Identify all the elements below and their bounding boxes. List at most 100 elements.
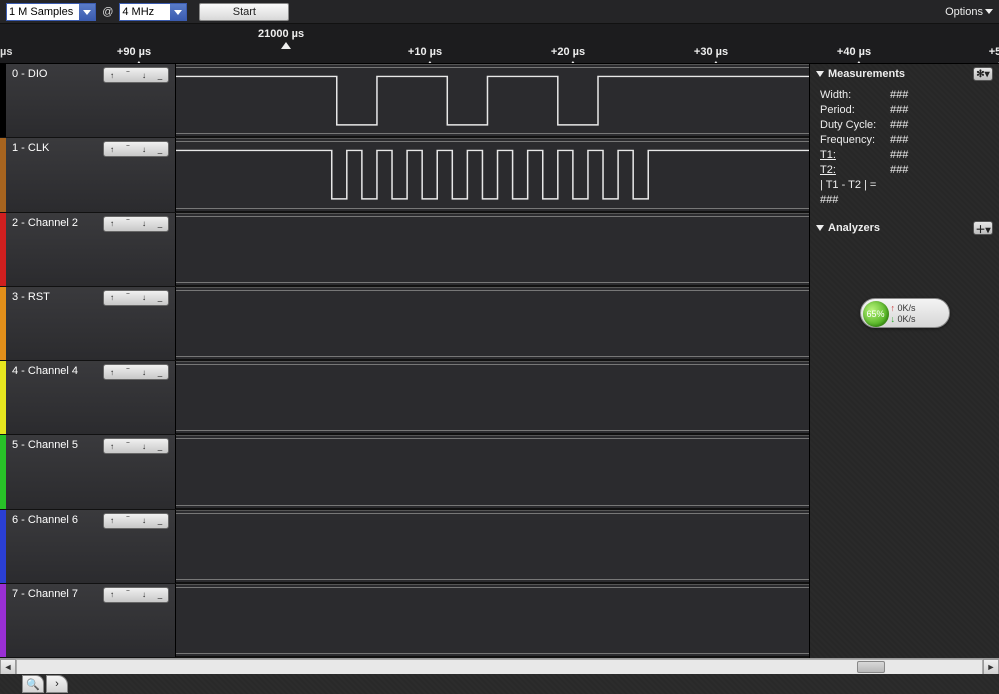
trigger-option[interactable]: _ [153, 516, 167, 526]
trigger-option[interactable]: ↑ [105, 70, 119, 80]
analyzers-header[interactable]: Analyzers ＋▾ [810, 218, 999, 238]
channel-row: 5 - Channel 5↑‾↓_ [0, 435, 809, 509]
trigger-option[interactable]: ↓ [137, 441, 151, 451]
time-ruler[interactable]: µs 21000 µs +90 µs+10 µs+20 µs+30 µs+40 … [0, 24, 999, 64]
trigger-option[interactable]: ↓ [137, 590, 151, 600]
trigger-selector[interactable]: ↑‾↓_ [103, 438, 169, 454]
waveform-area[interactable] [176, 287, 809, 360]
arrow-up-icon: ↑ [891, 303, 896, 313]
channel-header[interactable]: 4 - Channel 4↑‾↓_ [6, 361, 176, 434]
channel-header[interactable]: 7 - Channel 7↑‾↓_ [6, 584, 176, 657]
trigger-option[interactable]: ↓ [137, 219, 151, 229]
trigger-selector[interactable]: ↑‾↓_ [103, 587, 169, 603]
channel-header[interactable]: 1 - CLK↑‾↓_ [6, 138, 176, 211]
trigger-option[interactable]: ‾ [121, 293, 135, 303]
measurement-value: ### [890, 148, 908, 163]
measurements-list: Width:###Period:###Duty Cycle:###Frequen… [810, 84, 999, 218]
ruler-tick: +5 [989, 46, 999, 58]
channel-row: 4 - Channel 4↑‾↓_ [0, 361, 809, 435]
channel-header[interactable]: 2 - Channel 2↑‾↓_ [6, 213, 176, 286]
measurements-settings-button[interactable]: ✻▾ [973, 67, 993, 81]
trigger-option[interactable]: _ [153, 70, 167, 80]
footer-bar: 🔍 › [0, 674, 999, 694]
trigger-option[interactable]: ‾ [121, 144, 135, 154]
ruler-absolute-time: 21000 µs [258, 28, 304, 40]
trigger-option[interactable]: _ [153, 367, 167, 377]
measurement-key: Width: [820, 88, 890, 103]
options-label: Options [945, 6, 983, 18]
plus-icon: ＋▾ [975, 221, 990, 236]
arrow-down-icon: ↓ [891, 314, 896, 324]
channel-header[interactable]: 6 - Channel 6↑‾↓_ [6, 510, 176, 583]
collapse-icon [816, 71, 824, 77]
trigger-option[interactable]: _ [153, 441, 167, 451]
measurement-row: Period:### [820, 103, 989, 118]
trigger-option[interactable]: ↑ [105, 293, 119, 303]
trigger-selector[interactable]: ↑‾↓_ [103, 513, 169, 529]
trigger-option[interactable]: ‾ [121, 516, 135, 526]
trigger-selector[interactable]: ↑‾↓_ [103, 216, 169, 232]
samples-select[interactable]: 1 M Samples [6, 3, 96, 21]
waveform-area[interactable] [176, 64, 809, 137]
trigger-selector[interactable]: ↑‾↓_ [103, 141, 169, 157]
collapse-icon [816, 225, 824, 231]
trigger-option[interactable]: ↓ [137, 367, 151, 377]
trigger-option[interactable]: ‾ [121, 367, 135, 377]
channel-row: 6 - Channel 6↑‾↓_ [0, 510, 809, 584]
channel-header[interactable]: 3 - RST↑‾↓_ [6, 287, 176, 360]
trigger-selector[interactable]: ↑‾↓_ [103, 67, 169, 83]
next-tab[interactable]: › [46, 675, 68, 693]
ruler-tick: +30 µs [694, 46, 728, 58]
measurements-title: Measurements [828, 68, 905, 80]
channels-column: 0 - DIO↑‾↓_1 - CLK↑‾↓_2 - Channel 2↑‾↓_3… [0, 64, 809, 658]
trigger-option[interactable]: _ [153, 144, 167, 154]
trigger-option[interactable]: ↑ [105, 219, 119, 229]
trigger-option[interactable]: ↓ [137, 70, 151, 80]
scroll-right-button[interactable]: ► [983, 659, 999, 675]
chevron-right-icon: › [55, 678, 59, 690]
usage-indicator[interactable]: 65% ↑ 0K/s ↓ 0K/s [860, 298, 950, 328]
trigger-option[interactable]: ↑ [105, 590, 119, 600]
waveform-area[interactable] [176, 213, 809, 286]
start-button[interactable]: Start [199, 3, 289, 21]
trigger-option[interactable]: ↓ [137, 293, 151, 303]
waveform-area[interactable] [176, 510, 809, 583]
waveform-area[interactable] [176, 584, 809, 657]
search-tab[interactable]: 🔍 [22, 675, 44, 693]
scroll-left-button[interactable]: ◄ [0, 659, 16, 675]
measurements-header[interactable]: Measurements ✻▾ [810, 64, 999, 84]
trigger-option[interactable]: ‾ [121, 590, 135, 600]
trigger-option[interactable]: _ [153, 293, 167, 303]
trigger-option[interactable]: ‾ [121, 219, 135, 229]
gear-icon: ✻▾ [976, 69, 989, 80]
scroll-thumb[interactable] [857, 661, 886, 673]
scroll-track[interactable] [16, 659, 983, 675]
waveform-area[interactable] [176, 435, 809, 508]
trigger-option[interactable]: ↓ [137, 516, 151, 526]
waveform-area[interactable] [176, 361, 809, 434]
ruler-tick: +20 µs [551, 46, 585, 58]
trigger-option[interactable]: ‾ [121, 441, 135, 451]
trigger-selector[interactable]: ↑‾↓_ [103, 290, 169, 306]
trigger-option[interactable]: ↑ [105, 144, 119, 154]
channel-header[interactable]: 5 - Channel 5↑‾↓_ [6, 435, 176, 508]
add-analyzer-button[interactable]: ＋▾ [973, 221, 993, 235]
measurement-key: T2: [820, 163, 890, 178]
trigger-option[interactable]: ↑ [105, 441, 119, 451]
measurement-key: Frequency: [820, 133, 890, 148]
trigger-option[interactable]: ↑ [105, 516, 119, 526]
waveform-area[interactable] [176, 138, 809, 211]
options-menu[interactable]: Options [945, 6, 993, 18]
trigger-option[interactable]: _ [153, 219, 167, 229]
trigger-option[interactable]: ↓ [137, 144, 151, 154]
measurement-value: ### [890, 133, 908, 148]
main-area: 0 - DIO↑‾↓_1 - CLK↑‾↓_2 - Channel 2↑‾↓_3… [0, 64, 999, 658]
trigger-option[interactable]: ↑ [105, 367, 119, 377]
trigger-option[interactable]: _ [153, 590, 167, 600]
measurement-key: Period: [820, 103, 890, 118]
channel-header[interactable]: 0 - DIO↑‾↓_ [6, 64, 176, 137]
trigger-option[interactable]: ‾ [121, 70, 135, 80]
rate-select[interactable]: 4 MHz [119, 3, 187, 21]
ruler-tick: +40 µs [837, 46, 871, 58]
trigger-selector[interactable]: ↑‾↓_ [103, 364, 169, 380]
